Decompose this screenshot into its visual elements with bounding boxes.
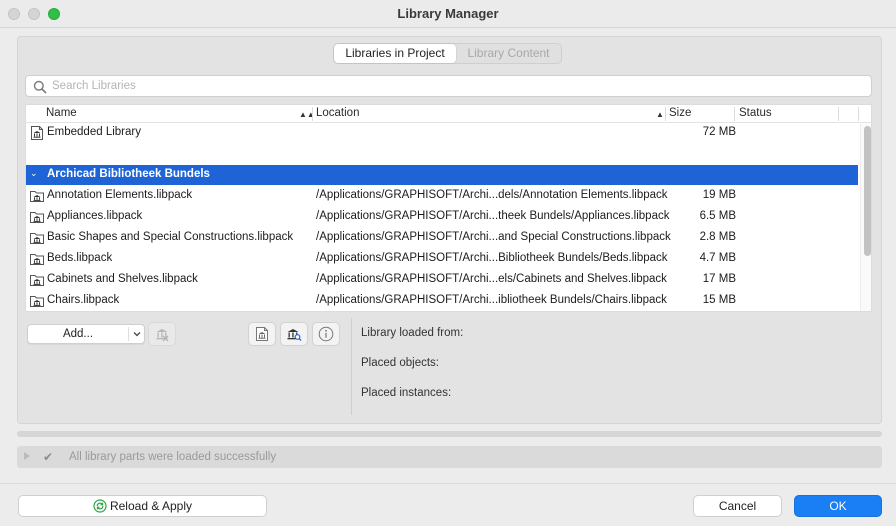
footer-divider bbox=[0, 483, 896, 484]
library-file-button[interactable] bbox=[248, 322, 276, 346]
tab-library-content[interactable]: Library Content bbox=[456, 44, 561, 63]
table-row-embedded-library[interactable]: Embedded Library 72 MB bbox=[26, 123, 858, 144]
library-loaded-from-label: Library loaded from: bbox=[361, 327, 464, 339]
status-bar: ✔ All library parts were loaded successf… bbox=[17, 446, 882, 468]
sort-ascending-icon: ▲ bbox=[656, 110, 664, 119]
library-size: 72 MB bbox=[702, 126, 736, 138]
table-row[interactable]: Annotation Elements.libpack /Application… bbox=[26, 186, 858, 207]
reload-apply-button[interactable]: Reload & Apply bbox=[18, 495, 267, 517]
libraries-table: Name ▲▲ Location ▲ Size Status Embedded … bbox=[25, 104, 872, 312]
library-location: /Applications/GRAPHISOFT/Archi...iblioth… bbox=[316, 294, 667, 306]
library-name: Annotation Elements.libpack bbox=[47, 189, 193, 201]
library-folder-icon bbox=[30, 191, 44, 202]
remove-library-icon bbox=[156, 329, 169, 342]
library-size: 17 MB bbox=[702, 273, 736, 285]
info-button[interactable] bbox=[312, 322, 340, 346]
column-header-name[interactable]: Name bbox=[46, 107, 77, 119]
table-row[interactable]: Basic Shapes and Special Constructions.l… bbox=[26, 228, 858, 249]
library-name: Appliances.libpack bbox=[47, 210, 143, 222]
library-size: 4.7 MB bbox=[699, 252, 736, 264]
library-name: Embedded Library bbox=[47, 126, 141, 138]
column-divider[interactable] bbox=[665, 107, 666, 121]
library-folder-icon bbox=[30, 233, 44, 244]
library-file-icon bbox=[256, 327, 268, 341]
title-bar: Library Manager bbox=[0, 0, 896, 28]
status-message: All library parts were loaded successful… bbox=[69, 451, 277, 463]
library-size: 2.8 MB bbox=[699, 231, 736, 243]
library-folder-icon bbox=[30, 254, 44, 265]
scrollbar-thumb[interactable] bbox=[864, 126, 871, 256]
search-icon bbox=[33, 80, 47, 94]
column-header-status[interactable]: Status bbox=[739, 107, 772, 119]
search-box[interactable] bbox=[25, 75, 872, 97]
library-name: Chairs.libpack bbox=[47, 294, 120, 306]
checkmark-icon: ✔ bbox=[43, 450, 54, 464]
library-name: Cabinets and Shelves.libpack bbox=[47, 273, 198, 285]
panel-divider bbox=[351, 318, 352, 415]
tab-libraries-in-project[interactable]: Libraries in Project bbox=[334, 44, 456, 63]
column-header-location[interactable]: Location bbox=[316, 107, 359, 119]
library-location: /Applications/GRAPHISOFT/Archi...Bibliot… bbox=[316, 252, 668, 264]
table-row[interactable]: Cabinets and Shelves.libpack /Applicatio… bbox=[26, 270, 858, 291]
library-search-button[interactable] bbox=[280, 322, 308, 346]
library-location: /Applications/GRAPHISOFT/Archi...and Spe… bbox=[316, 231, 671, 243]
library-location: /Applications/GRAPHISOFT/Archi...dels/An… bbox=[316, 189, 668, 201]
ok-button[interactable]: OK bbox=[794, 495, 882, 517]
table-row[interactable]: Appliances.libpack /Applications/GRAPHIS… bbox=[26, 207, 858, 228]
library-name: Beds.libpack bbox=[47, 252, 113, 264]
library-size: 6.5 MB bbox=[699, 210, 736, 222]
window-title: Library Manager bbox=[397, 6, 499, 21]
column-divider[interactable] bbox=[734, 107, 735, 121]
table-row[interactable]: Chairs.libpack /Applications/GRAPHISOFT/… bbox=[26, 291, 858, 311]
add-button-divider bbox=[128, 327, 129, 341]
library-search-icon bbox=[287, 329, 302, 341]
library-location: /Applications/GRAPHISOFT/Archi...theek B… bbox=[316, 210, 670, 222]
search-input[interactable] bbox=[52, 78, 852, 94]
placed-instances-label: Placed instances: bbox=[361, 387, 452, 399]
cancel-button[interactable]: Cancel bbox=[693, 495, 782, 517]
remove-library-button[interactable] bbox=[148, 322, 176, 346]
column-divider[interactable] bbox=[312, 107, 313, 121]
placed-objects-label: Placed objects: bbox=[361, 357, 439, 369]
library-folder-icon bbox=[30, 212, 44, 223]
library-folder-icon bbox=[30, 296, 44, 307]
table-row[interactable]: Beds.libpack /Applications/GRAPHISOFT/Ar… bbox=[26, 249, 858, 270]
reload-icon bbox=[93, 499, 107, 513]
info-icon bbox=[318, 326, 334, 342]
library-size: 15 MB bbox=[702, 294, 736, 306]
add-library-button[interactable]: Add... bbox=[27, 324, 145, 344]
chevron-down-icon[interactable] bbox=[132, 329, 142, 339]
column-divider bbox=[858, 107, 859, 121]
column-header-size[interactable]: Size bbox=[669, 107, 691, 119]
chevron-down-icon[interactable]: ⌄ bbox=[30, 168, 38, 179]
add-button-label: Add... bbox=[62, 328, 94, 340]
vertical-scrollbar[interactable] bbox=[860, 124, 871, 311]
library-name: Basic Shapes and Special Constructions.l… bbox=[47, 231, 294, 243]
library-folder-icon bbox=[30, 275, 44, 286]
loading-progress-bar bbox=[17, 431, 882, 437]
library-location: /Applications/GRAPHISOFT/Archi...els/Cab… bbox=[316, 273, 667, 285]
table-header: Name ▲▲ Location ▲ Size Status bbox=[26, 105, 871, 123]
tab-switcher: Libraries in Project Library Content bbox=[333, 43, 562, 64]
library-group-row[interactable]: ⌄ Archicad Bibliotheek Bundels bbox=[26, 165, 858, 185]
library-group-label: Archicad Bibliotheek Bundels bbox=[47, 168, 210, 180]
reload-apply-label: Reload & Apply bbox=[109, 499, 193, 513]
disclosure-triangle-icon[interactable] bbox=[24, 452, 30, 460]
library-size: 19 MB bbox=[702, 189, 736, 201]
column-divider[interactable] bbox=[838, 107, 839, 121]
library-file-icon bbox=[31, 126, 43, 140]
